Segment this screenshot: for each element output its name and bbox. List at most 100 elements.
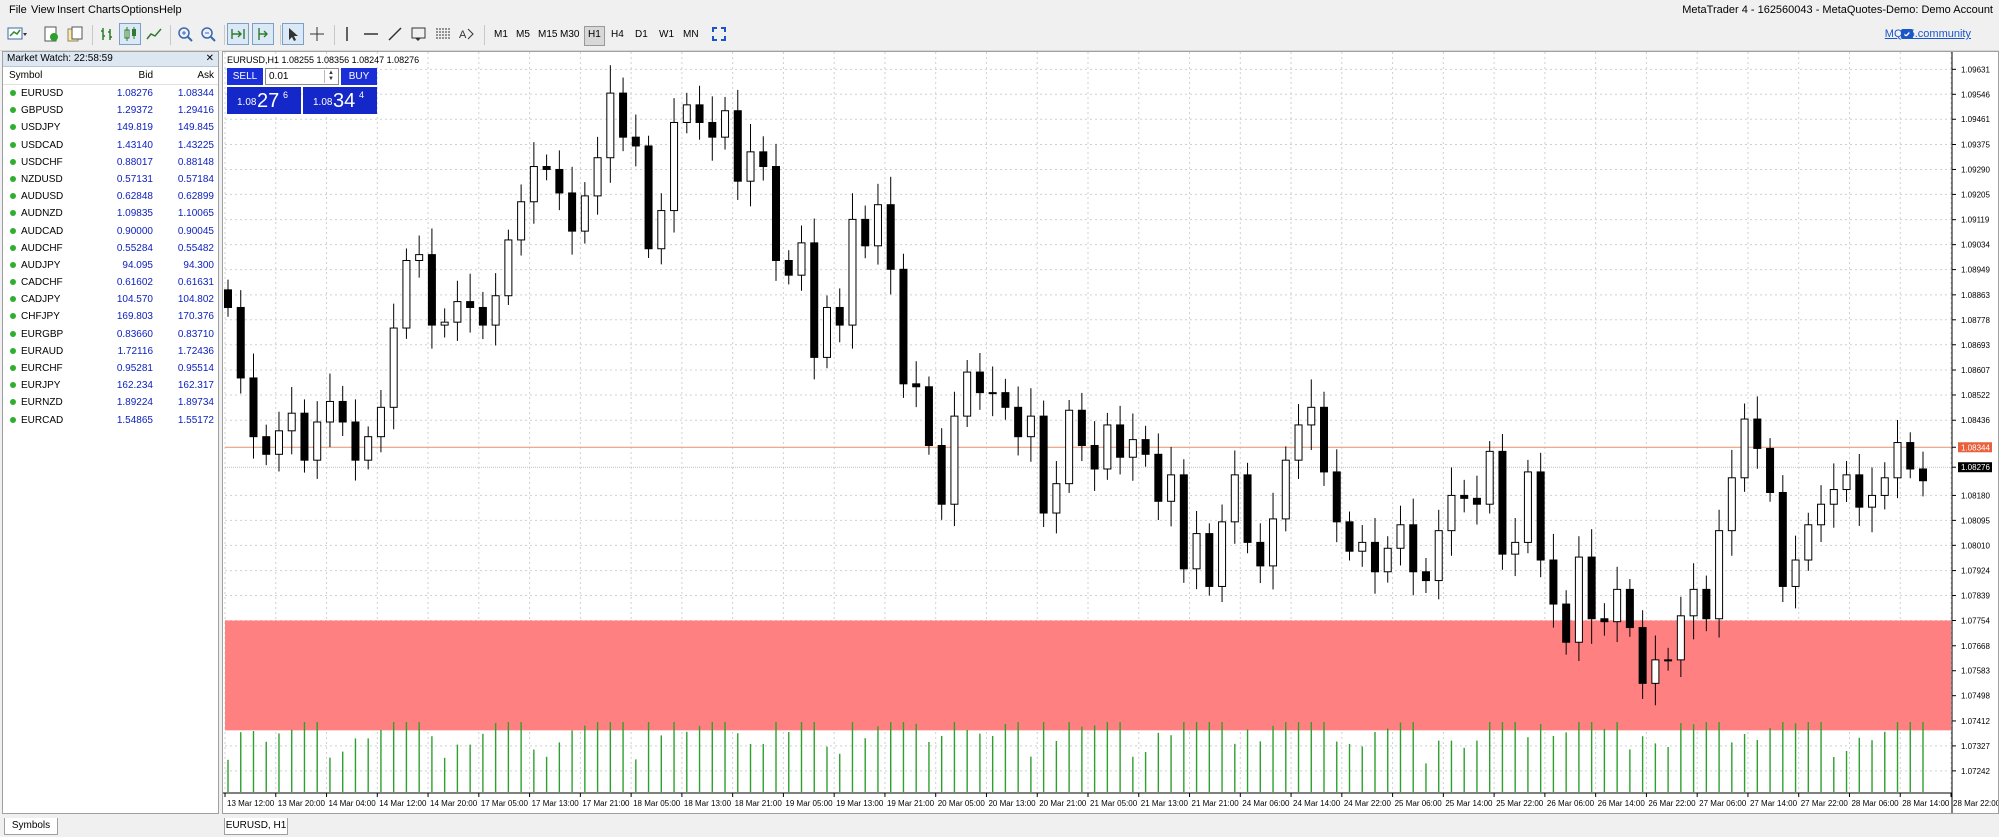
sell-price-big: 27 xyxy=(257,90,280,112)
market-watch-row[interactable]: EURJPY 162.234 162.317 xyxy=(3,377,218,394)
candle-body xyxy=(1842,474,1851,491)
svg-text:A: A xyxy=(459,29,467,41)
candle-body xyxy=(1460,494,1469,499)
market-watch-row[interactable]: EURUSD 1.08276 1.08344 xyxy=(3,85,218,102)
line-chart-icon[interactable] xyxy=(143,23,165,45)
zoom-out-icon[interactable] xyxy=(197,23,219,45)
time-tick-label: 14 Mar 12:00 xyxy=(379,799,427,808)
market-watch-row[interactable]: CADCHF 0.61602 0.61631 xyxy=(3,274,218,291)
trendline-icon[interactable] xyxy=(384,23,406,45)
menu-view[interactable]: View xyxy=(31,4,55,16)
timeframe-w1[interactable]: W1 xyxy=(656,26,677,44)
candle-body xyxy=(1676,615,1685,661)
market-watch-row[interactable]: GBPUSD 1.29372 1.29416 xyxy=(3,102,218,119)
candlestick-chart-icon[interactable] xyxy=(119,23,141,45)
candle-body xyxy=(822,306,831,358)
timeframe-h1[interactable]: H1 xyxy=(584,26,605,46)
close-icon[interactable]: ✕ xyxy=(206,52,214,66)
candle-body xyxy=(1625,588,1634,629)
market-watch-row[interactable]: AUDNZD 1.09835 1.10065 xyxy=(3,205,218,222)
equidistant-channel-icon[interactable] xyxy=(408,23,430,45)
horizontal-line-icon[interactable] xyxy=(360,23,382,45)
chart-shift-icon[interactable] xyxy=(252,23,274,45)
timeframe-mn[interactable]: MN xyxy=(680,26,702,44)
menu-help[interactable]: Help xyxy=(159,4,182,16)
crosshair-icon[interactable] xyxy=(306,23,328,45)
menu-insert[interactable]: Insert xyxy=(57,4,85,16)
zoom-in-icon[interactable] xyxy=(174,23,196,45)
mql5-community-link[interactable]: MQL5.community xyxy=(1885,28,1971,40)
price-chart[interactable]: 1.09631 1.09546 1.09461 1.09375 1.09290 1.092… xyxy=(223,52,1998,813)
market-watch-row[interactable]: NZDUSD 0.57131 0.57184 xyxy=(3,171,218,188)
candle-body xyxy=(886,204,895,270)
market-watch-row[interactable]: EURAUD 1.72116 1.72436 xyxy=(3,343,218,360)
candle-body xyxy=(300,412,309,461)
timeframe-m30[interactable]: M30 xyxy=(557,26,582,44)
market-watch-row[interactable]: CHFJPY 169.803 170.376 xyxy=(3,308,218,325)
market-watch-row[interactable]: EURNZD 1.89224 1.89734 xyxy=(3,394,218,411)
auto-scroll-icon[interactable] xyxy=(227,23,249,45)
fullscreen-icon[interactable] xyxy=(708,23,730,45)
sell-price-box[interactable]: 1.08 27 6 xyxy=(227,87,301,114)
candle-body xyxy=(1434,530,1443,582)
column-ask[interactable]: Ask xyxy=(197,70,214,81)
candle-body xyxy=(453,301,462,323)
market-watch-row[interactable]: USDCHF 0.88017 0.88148 xyxy=(3,154,218,171)
timeframe-m1[interactable]: M1 xyxy=(491,26,511,44)
symbol-name: EURNZD xyxy=(21,397,63,409)
lot-stepper-icon[interactable]: ▲ ▼ xyxy=(324,70,337,83)
market-watch-row[interactable]: EURCAD 1.54865 1.55172 xyxy=(3,412,218,429)
menu-options[interactable]: Options xyxy=(121,4,159,16)
bar-chart-icon[interactable] xyxy=(96,23,118,45)
buy-price-box[interactable]: 1.08 34 4 xyxy=(303,87,377,114)
column-bid[interactable]: Bid xyxy=(139,70,153,81)
menu-charts[interactable]: Charts xyxy=(88,4,120,16)
time-tick-label: 26 Mar 22:00 xyxy=(1648,799,1696,808)
cursor-icon[interactable] xyxy=(282,23,304,45)
price-tick-label: 1.08276 xyxy=(1961,463,1990,472)
timeframe-h4[interactable]: H4 xyxy=(608,26,627,44)
market-watch-row[interactable]: AUDJPY 94.095 94.300 xyxy=(3,257,218,274)
profiles-icon[interactable] xyxy=(40,23,62,45)
candle-body xyxy=(568,192,577,232)
time-tick-label: 14 Mar 04:00 xyxy=(329,799,377,808)
timeframe-d1[interactable]: D1 xyxy=(632,26,651,44)
candle-body xyxy=(1396,524,1405,549)
candle-body xyxy=(899,268,908,385)
lot-size-input[interactable]: 0.01 ▲ ▼ xyxy=(265,68,339,85)
candle-body xyxy=(835,306,844,326)
market-watch-row[interactable]: AUDCHF 0.55284 0.55482 xyxy=(3,240,218,257)
candle-body xyxy=(555,168,564,194)
market-watch-row[interactable]: AUDUSD 0.62848 0.62899 xyxy=(3,188,218,205)
candle-body xyxy=(1791,559,1800,587)
timeframe-m5[interactable]: M5 xyxy=(513,26,533,44)
chart-window[interactable]: 1.09631 1.09546 1.09461 1.09375 1.09290 1.092… xyxy=(222,51,1999,814)
market-watch-title-text: Market Watch: 22:58:59 xyxy=(7,53,113,64)
market-watch-row[interactable]: USDJPY 149.819 149.845 xyxy=(3,119,218,136)
bid-price: 104.570 xyxy=(116,294,153,306)
market-watch-row[interactable]: EURCHF 0.95281 0.95514 xyxy=(3,360,218,377)
candle-body xyxy=(1383,547,1392,573)
market-watch-row[interactable]: CADJPY 104.570 104.802 xyxy=(3,291,218,308)
market-watch-row[interactable]: EURGBP 0.83660 0.83710 xyxy=(3,326,218,343)
text-label-icon[interactable]: A xyxy=(456,23,478,45)
sell-button[interactable]: SELL xyxy=(227,68,263,85)
fibonacci-icon[interactable] xyxy=(432,23,454,45)
menu-file[interactable]: File xyxy=(9,4,27,16)
market-watch-row[interactable]: AUDCAD 0.90000 0.90045 xyxy=(3,223,218,240)
new-chart-icon[interactable] xyxy=(6,23,28,45)
candle-body xyxy=(797,242,806,276)
market-watch-rows: EURUSD 1.08276 1.08344 GBPUSD 1.29372 1.29416… xyxy=(3,85,218,429)
tab-eurusd-h1[interactable]: EURUSD, H1 xyxy=(224,818,288,835)
candle-body xyxy=(1128,439,1137,458)
tab-symbols[interactable]: Symbols xyxy=(4,818,58,835)
candle-body xyxy=(873,204,882,247)
market-watch-row[interactable]: USDCAD 1.43140 1.43225 xyxy=(3,137,218,154)
templates-icon[interactable] xyxy=(64,23,86,45)
vertical-line-icon[interactable] xyxy=(336,23,358,45)
candle-body xyxy=(657,210,666,250)
column-symbol[interactable]: Symbol xyxy=(9,70,42,81)
buy-button[interactable]: BUY xyxy=(341,68,377,85)
candle-body xyxy=(1192,533,1201,570)
candle-body xyxy=(593,157,602,197)
